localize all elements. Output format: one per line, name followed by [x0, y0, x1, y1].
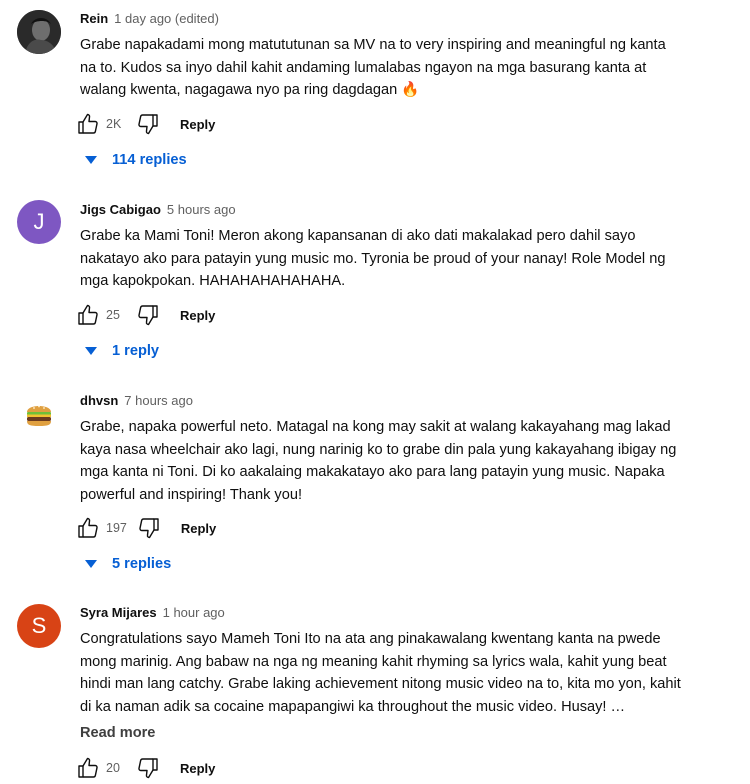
- like-count: 25: [106, 308, 120, 322]
- caret-down-icon: [85, 347, 97, 355]
- like-button[interactable]: [76, 112, 100, 136]
- thumbs-down-icon: [139, 518, 159, 539]
- comment-line: Grabe ka Mami Toni! Meron akong kapansan…: [80, 228, 636, 244]
- comment-line: hindi man lang catchy. Grabe laking achi…: [80, 676, 681, 692]
- comment-header: Syra Mijares 1 hour ago: [80, 605, 225, 621]
- like-count: 2K: [106, 117, 122, 131]
- caret-down-icon: [85, 156, 97, 164]
- comment-line: walang kwenta, nagagawa nyo pa ring dagd…: [80, 82, 420, 98]
- dislike-button[interactable]: [136, 756, 160, 780]
- author-name[interactable]: Jigs Cabigao: [80, 202, 161, 217]
- comment-line: di ka naman adik sa cocaine mapapangiwi …: [80, 698, 626, 715]
- comment-line: na to. Kudos sa inyo dahil kahit andamin…: [80, 59, 647, 76]
- replies-count-label: 114 replies: [112, 152, 187, 168]
- reply-button[interactable]: Reply: [180, 308, 215, 323]
- comment-actions: 197 Reply: [76, 515, 216, 541]
- avatar-letter: S: [31, 613, 47, 638]
- comment-line: Grabe napakadami mong matututunan sa MV …: [80, 37, 666, 53]
- like-button[interactable]: [76, 516, 100, 540]
- comment-actions: 25 Reply: [76, 302, 215, 328]
- replies-count-label: 1 reply: [112, 343, 160, 359]
- replies-count-label: 5 replies: [112, 556, 172, 572]
- thumbs-up-icon: [78, 517, 98, 538]
- dislike-button[interactable]: [136, 112, 160, 136]
- comment-text: Congratulations sayo Mameh Toni Ito na a…: [80, 628, 730, 718]
- comment-line: nakatayo ako para patayin yung music mo.…: [80, 250, 666, 267]
- author-name[interactable]: Syra Mijares: [80, 605, 157, 620]
- comment-line: Grabe, napaka powerful neto. Matagal na …: [80, 419, 671, 435]
- comment-actions: 2K Reply: [76, 111, 215, 137]
- view-replies-button[interactable]: 1 reply: [84, 343, 159, 359]
- avatar[interactable]: J: [17, 200, 61, 244]
- thumbs-up-icon: [78, 757, 98, 778]
- avatar[interactable]: S: [17, 604, 61, 648]
- thumbs-up-icon: [78, 304, 98, 325]
- comment-timestamp[interactable]: 1 day ago (edited): [114, 11, 219, 26]
- comment-header: Jigs Cabigao 5 hours ago: [80, 202, 236, 218]
- dislike-button[interactable]: [137, 516, 161, 540]
- avatar[interactable]: [17, 392, 61, 436]
- comment-actions: 20 Reply: [76, 755, 215, 781]
- like-count: 197: [106, 521, 127, 535]
- caret-down-icon: [85, 560, 97, 568]
- comment-line: Congratulations sayo Mameh Toni Ito na a…: [80, 631, 661, 647]
- like-count: 20: [106, 761, 120, 775]
- reply-button[interactable]: Reply: [181, 521, 216, 536]
- author-name[interactable]: dhvsn: [80, 393, 118, 408]
- comment-timestamp[interactable]: 1 hour ago: [163, 605, 225, 620]
- dislike-button[interactable]: [136, 303, 160, 327]
- author-name[interactable]: Rein: [80, 11, 108, 26]
- comment-header: dhvsn 7 hours ago: [80, 393, 193, 409]
- burger-icon: [27, 405, 51, 426]
- profile-photo-icon: [17, 10, 61, 54]
- thumbs-down-icon: [138, 758, 158, 779]
- avatar-letter: J: [33, 209, 45, 234]
- comment-line: powerful and inspiring! Thank you!: [80, 486, 303, 503]
- like-button[interactable]: [76, 756, 100, 780]
- comment-timestamp[interactable]: 7 hours ago: [124, 393, 193, 408]
- comment-text: Grabe, napaka powerful neto. Matagal na …: [80, 416, 730, 506]
- avatar[interactable]: [17, 10, 61, 54]
- thumbs-up-icon: [78, 113, 98, 134]
- read-more-link[interactable]: Read more: [80, 725, 155, 741]
- comment-timestamp[interactable]: 5 hours ago: [167, 202, 236, 217]
- comment-header: Rein 1 day ago (edited): [80, 11, 219, 27]
- comment-line: mga kanta ni Toni. Di ko aakalaing makak…: [80, 464, 665, 480]
- comment-line: mga kapokpokan. HAHAHAHAHAHAHA.: [80, 273, 346, 289]
- comment-text: Grabe napakadami mong matututunan sa MV …: [80, 34, 730, 102]
- view-replies-button[interactable]: 5 replies: [84, 556, 171, 572]
- thumbs-down-icon: [138, 305, 158, 326]
- reply-button[interactable]: Reply: [180, 761, 215, 776]
- comment-line: kaya nasa wheelchair ako lagi, nung nari…: [80, 441, 677, 458]
- reply-button[interactable]: Reply: [180, 117, 215, 132]
- comment-text: Grabe ka Mami Toni! Meron akong kapansan…: [80, 225, 730, 293]
- comment-line: mong marinig. Ang babaw na nga ng meanin…: [80, 653, 667, 670]
- like-button[interactable]: [76, 303, 100, 327]
- view-replies-button[interactable]: 114 replies: [84, 152, 187, 168]
- thumbs-down-icon: [138, 114, 158, 135]
